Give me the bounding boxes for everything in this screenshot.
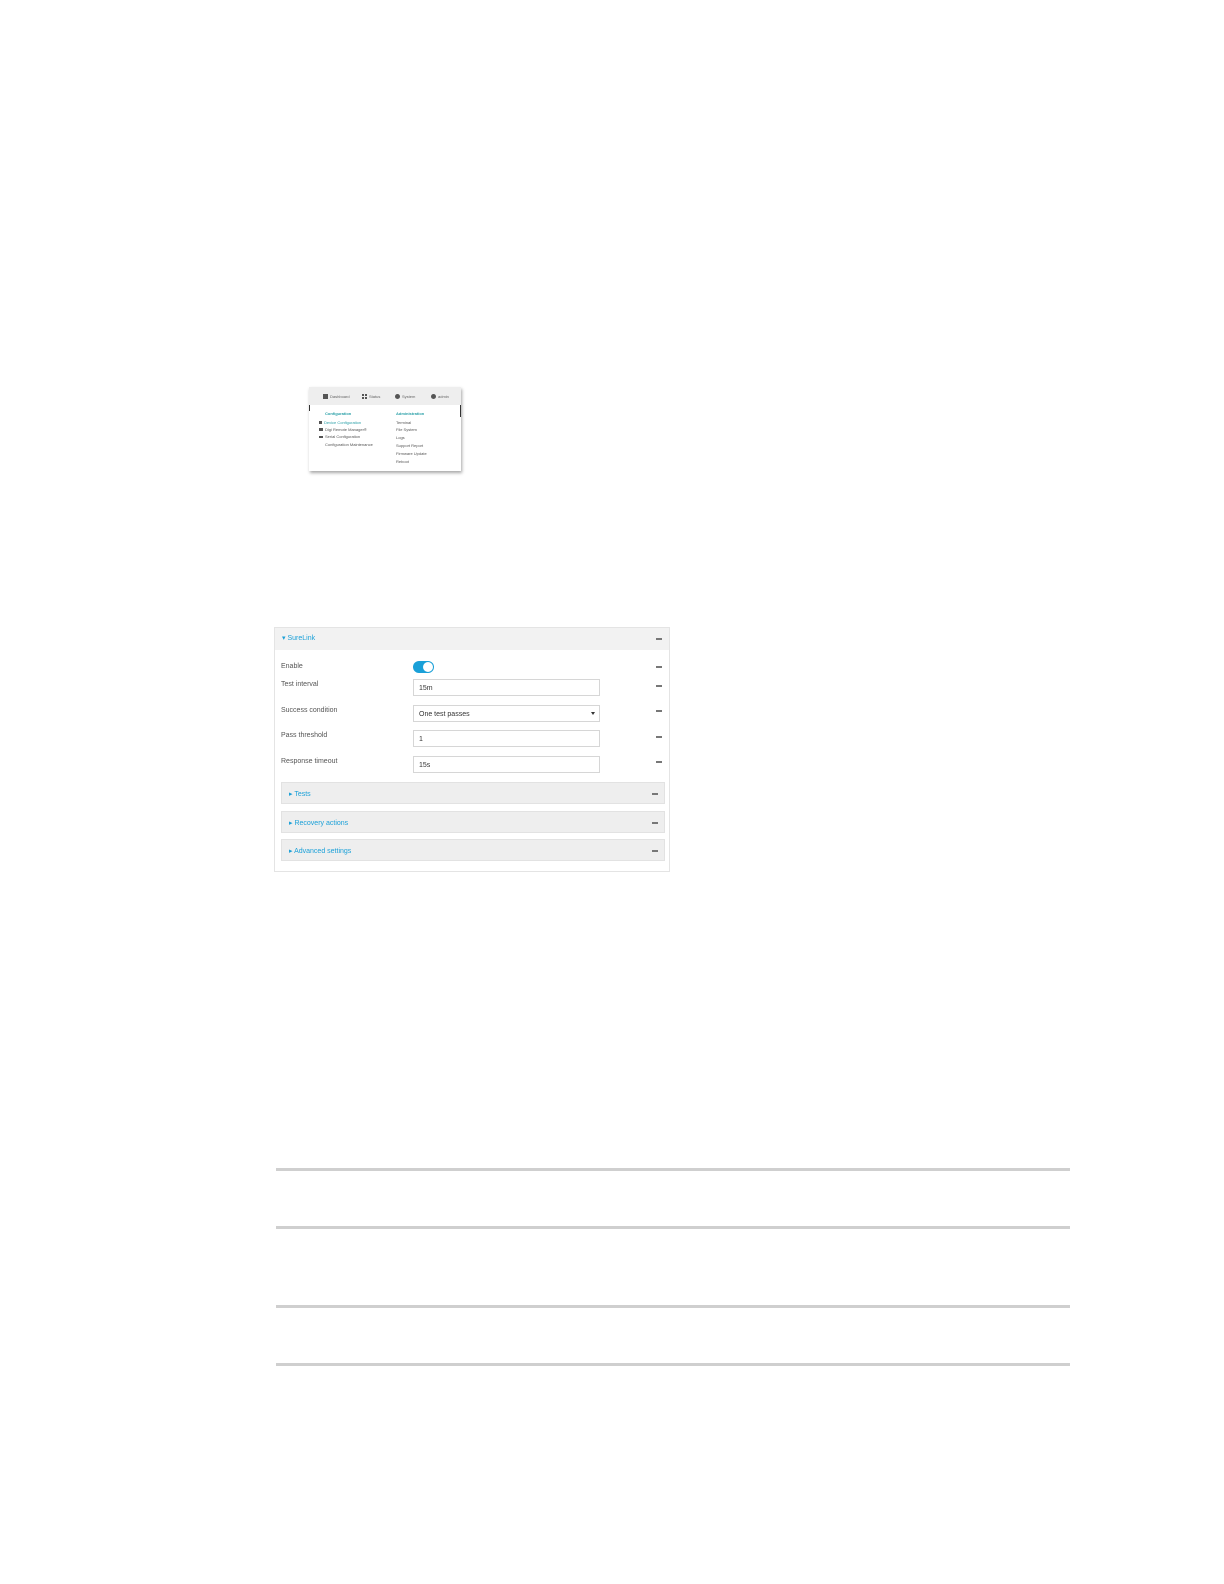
nav-dashboard-label: Dashboard [330, 394, 350, 399]
menu-item-remote-manager[interactable]: Digi Remote Manager® [319, 427, 367, 432]
menu-item-label: Digi Remote Manager® [325, 427, 367, 432]
nav-system[interactable]: System [395, 394, 415, 399]
nav-dashboard[interactable]: Dashboard [323, 394, 350, 399]
remove-icon[interactable] [652, 822, 658, 824]
nav-status[interactable]: Status [362, 394, 380, 399]
dashboard-icon [323, 394, 328, 399]
tests-section-title[interactable]: ▸ Tests [289, 790, 311, 798]
cloud-icon [319, 428, 323, 431]
recovery-actions-title[interactable]: ▸ Recovery actions [289, 819, 348, 827]
surelink-title[interactable]: ▾ SureLink [282, 634, 315, 642]
divider-line [276, 1305, 1070, 1308]
response-timeout-input[interactable]: 15s [413, 756, 600, 773]
remove-icon[interactable] [656, 736, 662, 738]
surelink-panel: ▾ SureLink Enable Test interval 15m Succ… [274, 627, 670, 872]
recovery-actions-section[interactable]: ▸ Recovery actions [281, 811, 665, 833]
success-condition-value: One test passes [419, 711, 470, 718]
response-timeout-label: Response timeout [281, 758, 338, 765]
remove-icon[interactable] [656, 685, 662, 687]
test-interval-label: Test interval [281, 681, 319, 688]
remove-icon[interactable] [656, 638, 662, 640]
divider-line [276, 1168, 1070, 1171]
menu-item-label: Device Configuration [324, 420, 362, 425]
surelink-header[interactable]: ▾ SureLink [275, 628, 669, 650]
menu-item-serial-configuration[interactable]: Serial Configuration [319, 434, 360, 439]
toggle-knob [423, 662, 433, 672]
dropdown-arrow-icon [591, 712, 595, 715]
menu-border-right [460, 405, 461, 417]
menu-item-label: Configuration Maintenance [325, 442, 373, 447]
menu-item-firmware-update[interactable]: Firmware Update [396, 451, 427, 456]
success-condition-label: Success condition [281, 707, 338, 714]
menu-item-device-configuration[interactable]: Device Configuration [319, 420, 361, 425]
system-menu-screenshot: Dashboard Status System admin Configurat… [309, 387, 461, 471]
divider-line [276, 1363, 1070, 1366]
nav-status-label: Status [369, 394, 381, 399]
advanced-settings-title[interactable]: ▸ Advanced settings [289, 847, 351, 855]
menu-item-file-system[interactable]: File System [396, 427, 417, 432]
test-interval-input[interactable]: 15m [413, 679, 600, 696]
top-nav-bar: Dashboard Status System admin [309, 387, 461, 405]
menu-item-configuration-maintenance[interactable]: Configuration Maintenance [325, 442, 373, 447]
remove-icon[interactable] [656, 761, 662, 763]
divider-line [276, 1226, 1070, 1229]
surelink-title-text: SureLink [287, 635, 316, 642]
grid-icon [362, 394, 367, 399]
menu-item-terminal[interactable]: Terminal [396, 420, 411, 425]
recovery-actions-label: Recovery actions [294, 820, 349, 827]
advanced-settings-label: Advanced settings [294, 848, 352, 855]
pass-threshold-input[interactable]: 1 [413, 730, 600, 747]
remove-icon[interactable] [652, 850, 658, 852]
enable-toggle[interactable] [413, 661, 434, 673]
administration-heading: Administration [396, 411, 425, 416]
menu-item-reboot[interactable]: Reboot [396, 459, 409, 464]
menu-item-label: Serial Configuration [325, 434, 361, 439]
advanced-settings-section[interactable]: ▸ Advanced settings [281, 839, 665, 861]
configuration-heading: Configuration [325, 411, 352, 416]
pass-threshold-label: Pass threshold [281, 732, 328, 739]
tests-section[interactable]: ▸ Tests [281, 782, 665, 804]
nav-system-label: System [402, 394, 416, 399]
success-condition-select[interactable]: One test passes [413, 705, 600, 722]
menu-item-logs[interactable]: Logs [396, 435, 405, 440]
remove-icon[interactable] [656, 710, 662, 712]
menu-item-support-report[interactable]: Support Report [396, 443, 423, 448]
remove-icon[interactable] [652, 793, 658, 795]
nav-admin[interactable]: admin [431, 394, 449, 399]
tests-section-label: Tests [294, 791, 311, 798]
enable-label: Enable [281, 663, 303, 670]
serial-icon [319, 435, 323, 438]
remove-icon[interactable] [656, 666, 662, 668]
nav-admin-label: admin [438, 394, 449, 399]
wrench-icon [319, 421, 322, 424]
menu-border-left [309, 405, 310, 411]
gear-icon [395, 394, 400, 399]
user-icon [431, 394, 436, 399]
